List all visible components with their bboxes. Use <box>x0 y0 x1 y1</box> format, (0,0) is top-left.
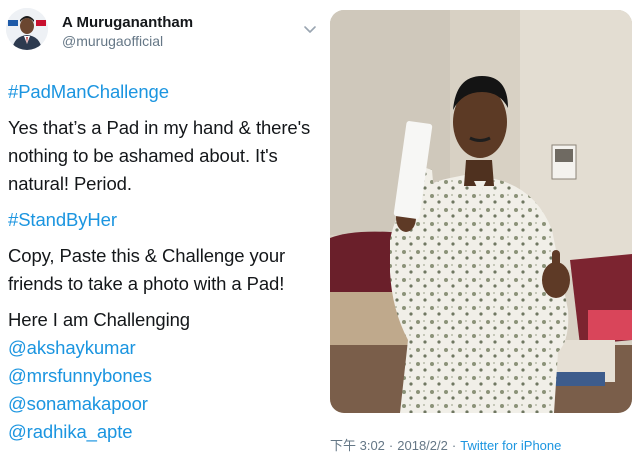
tweet-text-line: nothing to be ashamed about. It's <box>8 145 278 166</box>
hashtag-padmanchallenge[interactable]: #PadManChallenge <box>8 78 326 106</box>
tweet-text: #PadManChallenge Yes that’s a Pad in my … <box>8 78 326 446</box>
author-handle[interactable]: @murugaofficial <box>62 33 163 49</box>
avatar[interactable] <box>6 8 48 50</box>
chevron-down-icon[interactable] <box>303 22 317 33</box>
mention-sonamakapoor[interactable]: @sonamakapoor <box>8 390 326 418</box>
tweet-photo[interactable] <box>330 10 632 413</box>
separator: · <box>451 438 457 453</box>
tweet-photo-image <box>330 10 632 413</box>
tweet-date[interactable]: 2018/2/2 <box>397 438 448 453</box>
author-name[interactable]: A Muruganantham <box>62 14 193 31</box>
tweet-text-line: Here I am Challenging <box>8 309 190 330</box>
tweet-time[interactable]: 下午 3:02 <box>330 438 385 453</box>
tweet-source[interactable]: Twitter for iPhone <box>460 438 561 453</box>
mention-radhika-apte[interactable]: @radhika_apte <box>8 418 326 446</box>
tweet-text-line: natural! Period. <box>8 173 132 194</box>
tweet-text-line: Copy, Paste this & Challenge your <box>8 245 286 266</box>
avatar-image <box>6 8 48 50</box>
tweet-text-line: friends to take a photo with a Pad! <box>8 273 285 294</box>
hashtag-standbyher[interactable]: #StandByHer <box>8 206 326 234</box>
tweet-text-line: Yes that’s a Pad in my hand & there's <box>8 117 311 138</box>
tweet-metadata: 下午 3:02 · 2018/2/2 · Twitter for iPhone <box>330 435 561 454</box>
mention-mrsfunnybones[interactable]: @mrsfunnybones <box>8 362 326 390</box>
mention-akshaykumar[interactable]: @akshaykumar <box>8 334 326 362</box>
separator: · <box>388 438 394 453</box>
